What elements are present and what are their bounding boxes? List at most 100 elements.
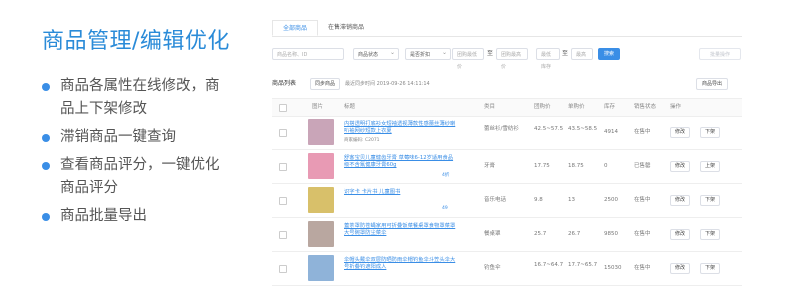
feature-item: 查看商品评分，一键优化 商品评分 bbox=[42, 154, 252, 200]
edit-button[interactable]: 修改 bbox=[670, 127, 690, 138]
edit-button[interactable]: 修改 bbox=[670, 161, 690, 172]
product-thumbnail bbox=[308, 153, 334, 179]
group-price-cell: 16.7~64.7 bbox=[534, 262, 564, 268]
sale-status-cell: 在售中 bbox=[634, 129, 651, 135]
single-price-cell: 17.7~65.7 bbox=[568, 262, 598, 268]
column-header-sale-status: 销售状态 bbox=[634, 104, 657, 110]
row-checkbox[interactable] bbox=[279, 231, 287, 239]
product-panel: 全部商品 在售滞销商品 商品名称、ID 商品状态 是否折扣 团购最低价 至 团购… bbox=[272, 20, 742, 289]
feature-item: 商品各属性在线修改，商 品上下架修改 bbox=[42, 75, 252, 121]
stock-cell: 0 bbox=[604, 163, 608, 169]
tab-slow-selling[interactable]: 在售滞销商品 bbox=[318, 20, 374, 36]
row-checkbox[interactable] bbox=[279, 163, 287, 171]
column-header-image: 图片 bbox=[312, 104, 324, 110]
stock-cell: 15030 bbox=[604, 265, 622, 271]
search-button[interactable]: 搜索 bbox=[598, 48, 620, 60]
delist-button[interactable]: 下架 bbox=[700, 127, 720, 138]
feature-text: 查看商品评分，一键优化 商品评分 bbox=[60, 157, 220, 196]
sync-products-button[interactable]: 同步商品 bbox=[310, 78, 340, 90]
stock-cell: 9850 bbox=[604, 231, 618, 237]
table-header: 图片 标题 类目 团购价 单购价 库存 销售状态 操作 bbox=[272, 98, 742, 117]
product-thumbnail bbox=[308, 255, 334, 281]
discount-tag: 4折 bbox=[442, 173, 450, 178]
product-title-link[interactable]: 蓋茶罩防苍蝇家用可折叠饭菜餐桌罩食物罩菜罩大号碗罩防尘菜伞 bbox=[344, 223, 456, 237]
batch-operation-button[interactable]: 批量操作 bbox=[699, 48, 741, 60]
tab-all-products[interactable]: 全部商品 bbox=[272, 20, 319, 36]
table-row: 蓋茶罩防苍蝇家用可折叠饭菜餐桌罩食物罩菜罩大号碗罩防尘菜伞 餐桌罩 25.7 2… bbox=[272, 218, 742, 252]
feature-text: 滞销商品一键查询 bbox=[60, 129, 176, 145]
table-row: 伞帽头戴伞双层防晒防雨伞帽钓鱼伞斗笠头伞大号折叠钓遮阳成人 钓鱼伞 16.7~6… bbox=[272, 252, 742, 286]
column-header-group-price: 团购价 bbox=[534, 104, 551, 110]
export-products-button[interactable]: 商品导出 bbox=[696, 78, 728, 90]
group-price-max-input[interactable]: 团购最高价 bbox=[496, 48, 528, 70]
edit-button[interactable]: 修改 bbox=[670, 263, 690, 274]
row-checkbox[interactable] bbox=[279, 265, 287, 273]
single-price-cell: 43.5~58.5 bbox=[568, 126, 598, 132]
product-title-link[interactable]: 内搭透明打底衫女短袖透视薄款性感蕾丝薄纱喇叭袖网纱短款上衣夏 bbox=[344, 121, 456, 135]
table-row: 内搭透明打底衫女短袖透视薄款性感蕾丝薄纱喇叭袖网纱短款上衣夏 商家编码: C20… bbox=[272, 116, 742, 150]
sale-status-cell: 在售中 bbox=[634, 197, 651, 203]
group-price-cell: 9.8 bbox=[534, 197, 543, 203]
delist-button[interactable]: 下架 bbox=[700, 263, 720, 274]
bullet-dot-icon bbox=[42, 134, 50, 142]
row-checkbox[interactable] bbox=[279, 197, 287, 205]
product-title-link[interactable]: 舒客宝贝儿童健齿牙膏 草莓味6-12岁适用食品级不含氟健康牙膏60g bbox=[344, 155, 456, 169]
category-cell: 牙膏 bbox=[484, 163, 496, 169]
group-price-cell: 42.5~57.5 bbox=[534, 126, 564, 132]
column-header-stock: 库存 bbox=[604, 104, 616, 110]
stock-max-input[interactable]: 最高 bbox=[571, 48, 593, 60]
last-sync-time: 最近同步时间 2019-09-26 14:11:14 bbox=[345, 81, 430, 87]
category-cell: 钓鱼伞 bbox=[484, 265, 501, 271]
discount-select[interactable]: 是否折扣 bbox=[405, 47, 451, 60]
single-price-cell: 26.7 bbox=[568, 231, 581, 237]
table-row: 识字卡 卡片书 儿童图书 49 音乐电话 9.8 13 2500 在售中 修改 … bbox=[272, 184, 742, 218]
feature-list: 商品各属性在线修改，商 品上下架修改 滞销商品一键查询 查看商品评分，一键优化 商品… bbox=[42, 75, 252, 233]
select-all-checkbox[interactable] bbox=[279, 104, 287, 112]
range-separator: 至 bbox=[487, 50, 494, 57]
stock-min-input[interactable]: 最低库存 bbox=[536, 48, 560, 70]
feature-item: 商品批量导出 bbox=[42, 205, 252, 228]
list-label: 商品列表 bbox=[272, 80, 297, 87]
category-cell: 音乐电话 bbox=[484, 197, 507, 203]
status-select[interactable]: 商品状态 bbox=[353, 47, 399, 60]
column-header-category: 类目 bbox=[484, 104, 496, 110]
product-title-link[interactable]: 伞帽头戴伞双层防晒防雨伞帽钓鱼伞斗笠头伞大号折叠钓遮阳成人 bbox=[344, 257, 456, 271]
delist-button[interactable]: 下架 bbox=[700, 229, 720, 240]
bullet-dot-icon bbox=[42, 213, 50, 221]
group-price-cell: 25.7 bbox=[534, 231, 547, 237]
product-thumbnail bbox=[308, 221, 334, 247]
stock-cell: 4914 bbox=[604, 129, 618, 135]
group-price-min-input[interactable]: 团购最低价 bbox=[452, 48, 484, 70]
delist-button[interactable]: 下架 bbox=[700, 195, 720, 206]
stock-cell: 2500 bbox=[604, 197, 618, 203]
range-separator: 至 bbox=[562, 50, 569, 57]
list-toolbar: 商品列表 同步商品 最近同步时间 2019-09-26 14:11:14 商品导… bbox=[272, 78, 742, 92]
group-price-cell: 17.75 bbox=[534, 163, 550, 169]
bullet-dot-icon bbox=[42, 162, 50, 170]
row-checkbox[interactable] bbox=[279, 129, 287, 137]
tab-bar: 全部商品 在售滞销商品 bbox=[272, 20, 742, 37]
column-header-single-price: 单购价 bbox=[568, 104, 585, 110]
list-button[interactable]: 上架 bbox=[700, 161, 720, 172]
category-cell: 蕾丝衫/雪纺衫 bbox=[484, 126, 519, 132]
category-cell: 餐桌罩 bbox=[484, 231, 501, 237]
column-header-title: 标题 bbox=[344, 104, 356, 110]
single-price-cell: 13 bbox=[568, 197, 575, 203]
bullet-dot-icon bbox=[42, 83, 50, 91]
page-title: 商品管理/编辑优化 bbox=[42, 29, 230, 54]
product-thumbnail bbox=[308, 119, 334, 145]
feature-text: 商品各属性在线修改，商 品上下架修改 bbox=[60, 78, 220, 117]
table-row: 舒客宝贝儿童健齿牙膏 草莓味6-12岁适用食品级不含氟健康牙膏60g 4折 牙膏… bbox=[272, 150, 742, 184]
sale-status-cell: 已售罄 bbox=[634, 163, 651, 169]
product-code: 商家编码: C2071 bbox=[344, 138, 380, 143]
edit-button[interactable]: 修改 bbox=[670, 229, 690, 240]
feature-text: 商品批量导出 bbox=[60, 208, 147, 224]
product-title-link[interactable]: 识字卡 卡片书 儿童图书 bbox=[344, 189, 456, 196]
sale-status-cell: 在售中 bbox=[634, 265, 651, 271]
feature-item: 滞销商品一键查询 bbox=[42, 126, 252, 149]
count-tag: 49 bbox=[442, 206, 448, 211]
edit-button[interactable]: 修改 bbox=[670, 195, 690, 206]
filter-bar: 商品名称、ID 商品状态 是否折扣 团购最低价 至 团购最高价 最低库存 至 最… bbox=[272, 47, 742, 70]
product-name-input[interactable]: 商品名称、ID bbox=[272, 48, 344, 60]
single-price-cell: 18.75 bbox=[568, 163, 584, 169]
